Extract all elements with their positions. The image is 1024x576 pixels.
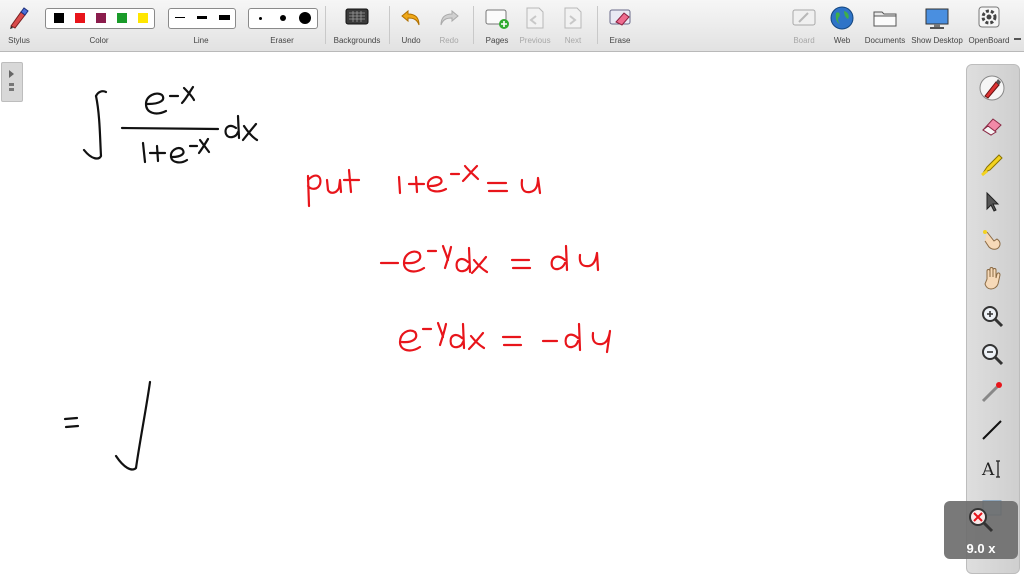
toolbar-separator (473, 6, 474, 44)
backgrounds-icon (345, 8, 369, 25)
color-swatch-black[interactable] (54, 13, 64, 23)
zoom-out-icon (982, 344, 1004, 366)
line-group: Line (168, 0, 236, 51)
line-width-picker (168, 8, 236, 29)
zoom-magnifier-icon (969, 508, 994, 533)
line-label: Line (193, 36, 209, 45)
backgrounds-label: Backgrounds (333, 36, 381, 45)
highlighter-icon (981, 154, 1003, 177)
pages-button[interactable]: Pages (480, 0, 514, 51)
hand-icon (984, 267, 1001, 290)
toolbar-separator (389, 6, 390, 44)
openboard-label: OpenBoard (968, 36, 1010, 45)
previous-label: Previous (519, 36, 551, 45)
erase-button[interactable]: Erase (604, 0, 638, 51)
eraser-group: Eraser (248, 0, 318, 51)
eraser-large-option[interactable] (299, 12, 311, 24)
eraser-tool[interactable] (979, 113, 1005, 139)
undo-button[interactable]: Undo (396, 0, 426, 51)
next-page-icon (564, 7, 582, 29)
red-ink-substitution (306, 164, 612, 354)
desktop-icon (925, 8, 949, 29)
erase-board-icon (609, 9, 631, 26)
next-page-button[interactable]: Next (556, 0, 590, 51)
next-label: Next (564, 36, 582, 45)
color-label: Color (89, 36, 109, 45)
undo-icon (401, 9, 420, 26)
pen-icon (979, 75, 1005, 101)
color-swatch-yellow[interactable] (138, 13, 148, 23)
black-ink-integral (63, 85, 259, 471)
documents-button[interactable]: Documents (862, 0, 908, 51)
color-palette (45, 8, 155, 29)
board-label: Board (793, 36, 815, 45)
erase-label: Erase (609, 36, 631, 45)
laser-pointer-icon (981, 382, 1002, 403)
color-swatch-red[interactable] (75, 13, 85, 23)
zoom-indicator: 9.0 x (944, 501, 1018, 559)
toolbar-separator (325, 6, 326, 44)
gear-icon (978, 6, 1000, 28)
zoom-in-icon (982, 306, 1004, 328)
globe-icon (830, 6, 854, 30)
color-swatch-purple[interactable] (96, 13, 106, 23)
documents-label: Documents (864, 36, 906, 45)
zoom-out-tool[interactable] (979, 341, 1005, 367)
drawing-canvas[interactable] (0, 52, 1024, 576)
interact-tool[interactable] (979, 227, 1005, 253)
openboard-button[interactable]: OpenBoard (966, 0, 1012, 51)
text-tool[interactable]: A (979, 455, 1005, 481)
line-icon (982, 420, 1002, 440)
show-desktop-label: Show Desktop (911, 36, 963, 45)
web-button[interactable]: Web (826, 0, 858, 51)
color-group: Color (44, 0, 156, 51)
pointing-hand-icon (983, 230, 1001, 250)
line-thin-option[interactable] (175, 17, 185, 18)
redo-label: Redo (439, 36, 459, 45)
undo-label: Undo (401, 36, 421, 45)
text-icon: A (981, 460, 1000, 480)
folder-icon (873, 11, 897, 27)
eraser-label: Eraser (270, 36, 294, 45)
window-minimize-icon[interactable] (1014, 38, 1021, 40)
previous-page-icon (526, 7, 544, 29)
stylus-icon (10, 7, 29, 29)
zoom-in-tool[interactable] (979, 303, 1005, 329)
redo-button[interactable]: Redo (434, 0, 464, 51)
backgrounds-button[interactable]: Backgrounds (330, 0, 384, 51)
pen-tool[interactable] (979, 75, 1005, 101)
show-desktop-button[interactable]: Show Desktop (910, 0, 964, 51)
eraser-size-picker (248, 8, 318, 29)
right-toolbar: A (966, 64, 1020, 574)
eraser-icon (982, 118, 1002, 136)
selector-tool[interactable] (979, 189, 1005, 215)
eraser-small-option[interactable] (259, 17, 262, 20)
zoom-level-text: 9.0 x (966, 541, 996, 556)
add-page-icon (485, 9, 509, 29)
arrow-pointer-icon (986, 191, 1000, 212)
top-toolbar: Stylus Color Line Eraser Backgrounds Und… (0, 0, 1024, 52)
previous-page-button[interactable]: Previous (516, 0, 554, 51)
highlighter-tool[interactable] (979, 151, 1005, 177)
stylus-tool[interactable]: Stylus (0, 0, 38, 51)
pages-label: Pages (485, 36, 509, 45)
line-tool[interactable] (979, 417, 1005, 443)
color-swatch-green[interactable] (117, 13, 127, 23)
web-label: Web (833, 36, 851, 45)
stylus-label: Stylus (8, 36, 30, 45)
board-button[interactable]: Board (788, 0, 820, 51)
line-thick-option[interactable] (219, 15, 230, 20)
laser-pointer-tool[interactable] (979, 379, 1005, 405)
redo-icon (440, 9, 459, 26)
hand-tool[interactable] (979, 265, 1005, 291)
board-icon (792, 9, 816, 26)
eraser-medium-option[interactable] (280, 15, 286, 21)
line-medium-option[interactable] (197, 16, 207, 19)
svg-text:A: A (981, 460, 995, 480)
toolbar-separator (597, 6, 598, 44)
